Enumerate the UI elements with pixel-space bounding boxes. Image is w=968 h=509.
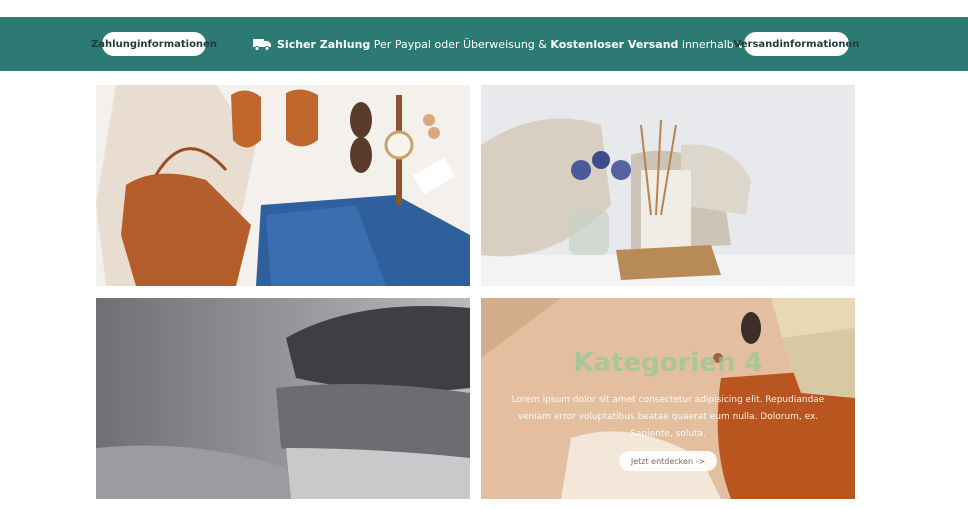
category-tile-2[interactable] (481, 85, 855, 286)
promo-bold-payment: Sicher Zahlung (277, 37, 371, 51)
category-tile-4[interactable]: Kategorien 4 Lorem ipsum dolor sit amet … (481, 298, 855, 499)
promo-bold-shipping: Kostenloser Versand (550, 37, 679, 51)
promo-banner: Zahlunginformationen Sicher Zahlung Per … (0, 17, 968, 71)
truck-icon (253, 38, 271, 51)
fashion-flatlay-image (96, 85, 470, 286)
home-decor-image (481, 85, 855, 286)
payment-info-button[interactable]: Zahlunginformationen (91, 32, 217, 56)
category-4-overlay: Kategorien 4 Lorem ipsum dolor sit amet … (481, 298, 855, 499)
discover-button[interactable]: Jetzt entdecken -> (618, 451, 718, 471)
promo-text-payment: Per Paypal oder Überweisung & (370, 37, 551, 51)
category-tile-1[interactable] (96, 85, 470, 286)
category-4-title: Kategorien 4 (573, 348, 763, 378)
shipping-info-button[interactable]: Versandinformationen (734, 32, 859, 56)
category-tile-3[interactable] (96, 298, 470, 499)
sweaters-image (96, 298, 470, 499)
category-4-description: Lorem ipsum dolor sit amet consectetur a… (511, 395, 825, 439)
